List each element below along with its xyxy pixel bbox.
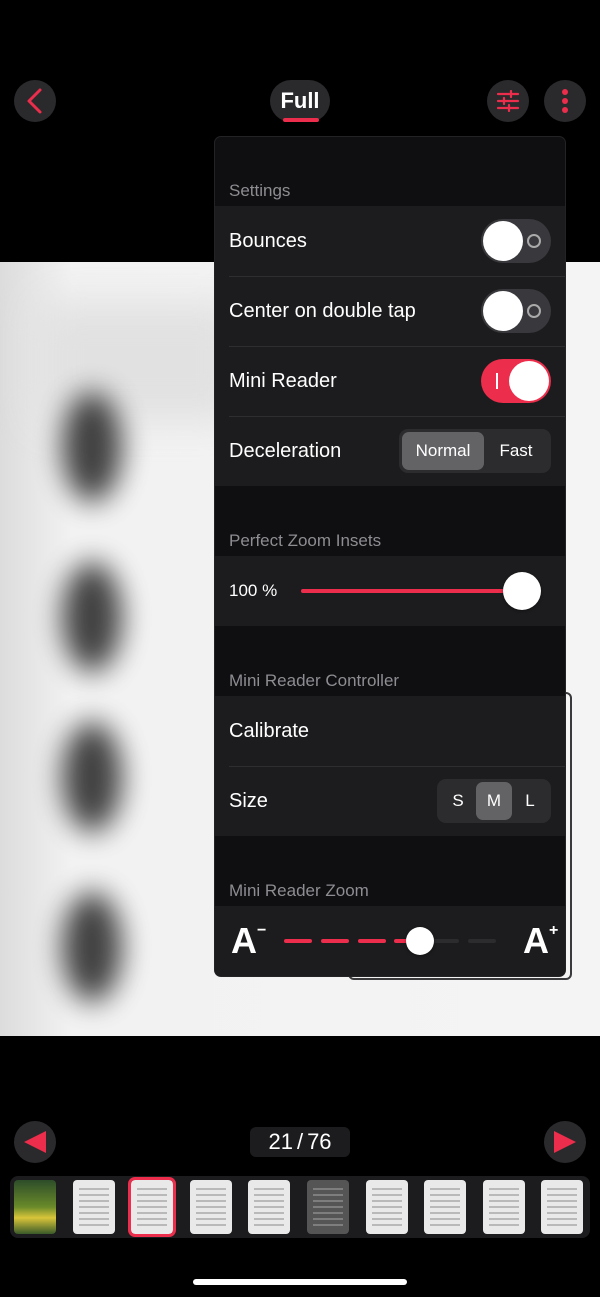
next-page-button[interactable] <box>544 1121 586 1163</box>
zoom-step-mark <box>468 939 496 943</box>
page-thumbnail[interactable] <box>128 1177 177 1237</box>
perfect-zoom-slider-thumb[interactable] <box>503 572 541 610</box>
deceleration-label: Deceleration <box>229 439 342 462</box>
thumbnail-content <box>488 1188 519 1226</box>
size-label: Size <box>229 789 268 812</box>
thumbnail-content <box>313 1188 343 1226</box>
page-counter: 21 / 76 <box>250 1127 350 1157</box>
thumbnail-content <box>78 1188 109 1226</box>
bounces-label: Bounces <box>229 229 307 252</box>
page-thumbnail[interactable] <box>248 1180 291 1234</box>
toggle-off-indicator <box>527 304 541 318</box>
deceleration-option-fast[interactable]: Fast <box>484 432 548 470</box>
perfect-zoom-group: 100 % <box>215 556 565 626</box>
sliders-icon <box>496 90 520 112</box>
toggle-knob <box>483 221 523 261</box>
total-pages: 76 <box>307 1129 332 1154</box>
toggle-knob <box>509 361 549 401</box>
thumbnail-content <box>430 1188 461 1226</box>
page-figure <box>62 392 122 502</box>
page-thumbnail[interactable] <box>482 1180 525 1234</box>
page-figure <box>62 892 122 1002</box>
mini-reader-controller-section-title: Mini Reader Controller <box>229 671 400 690</box>
toggle-on-indicator <box>496 373 498 389</box>
zoom-step-mark <box>284 939 312 943</box>
mini-reader-label: Mini Reader <box>229 369 337 392</box>
thumbnail-content <box>137 1188 168 1226</box>
toggle-off-indicator <box>527 234 541 248</box>
deceleration-segmented-control: Normal Fast <box>399 429 551 473</box>
reading-mode-label: Full <box>280 88 320 113</box>
page-figure <box>62 562 122 672</box>
page-thumbnail[interactable] <box>424 1180 467 1234</box>
bounces-toggle[interactable] <box>481 219 551 263</box>
more-button[interactable] <box>544 80 586 122</box>
toggle-knob <box>483 291 523 331</box>
perfect-zoom-section-title: Perfect Zoom Insets <box>229 531 382 550</box>
thumbnail-content <box>254 1188 285 1226</box>
page-blur-area <box>40 302 240 422</box>
mini-reader-zoom-slider-thumb[interactable] <box>405 927 434 955</box>
zoom-step-mark <box>320 939 349 943</box>
chevron-left-icon <box>27 88 42 114</box>
zoom-increase-button[interactable]: A + <box>523 920 558 962</box>
mode-indicator <box>283 118 319 122</box>
settings-group: Bounces Center on double tap Mini Reader… <box>215 206 565 486</box>
page-thumbnail[interactable] <box>541 1180 584 1234</box>
perfect-zoom-slider-fill <box>301 589 533 593</box>
zoom-decrease-button[interactable]: A − <box>231 920 266 962</box>
page-separator: / <box>296 1129 304 1154</box>
mini-reader-toggle[interactable] <box>481 359 551 403</box>
settings-button[interactable] <box>487 80 529 122</box>
zoom-step-mark <box>431 939 460 943</box>
thumbnail-content <box>547 1188 578 1226</box>
center-double-tap-toggle[interactable] <box>481 289 551 333</box>
center-double-tap-row: Center on double tap <box>215 276 565 346</box>
size-segmented-control: S M L <box>437 779 551 823</box>
page-figure <box>62 722 122 832</box>
bounces-row: Bounces <box>215 206 565 276</box>
perfect-zoom-row: 100 % <box>215 556 565 626</box>
current-page: 21 <box>268 1129 293 1154</box>
zoom-increase-letter: A <box>523 920 549 961</box>
zoom-step-mark <box>357 939 386 943</box>
size-option-m[interactable]: M <box>476 782 512 820</box>
mini-reader-zoom-group: A − A + <box>215 906 565 976</box>
page-thumbnail[interactable] <box>307 1180 349 1234</box>
plus-icon: + <box>549 922 559 939</box>
thumbnail-content <box>371 1188 402 1226</box>
zoom-decrease-letter: A <box>231 920 257 961</box>
deceleration-row: Deceleration Normal Fast <box>215 416 565 486</box>
perfect-zoom-value: 100 % <box>229 581 278 600</box>
thumbnail-strip[interactable] <box>10 1176 590 1238</box>
page-thumbnail[interactable] <box>14 1180 56 1234</box>
triangle-right-icon <box>554 1131 576 1153</box>
size-row: Size S M L <box>215 766 565 836</box>
thumbnail-content <box>195 1188 226 1226</box>
perfect-zoom-slider[interactable] <box>301 572 541 610</box>
back-button[interactable] <box>14 80 56 122</box>
calibrate-row[interactable]: Calibrate <box>215 696 565 766</box>
size-option-l[interactable]: L <box>512 782 548 820</box>
deceleration-option-normal[interactable]: Normal <box>402 432 484 470</box>
page-thumbnail[interactable] <box>72 1180 115 1234</box>
mini-reader-controller-group: Calibrate Size S M L <box>215 696 565 836</box>
home-indicator[interactable] <box>193 1279 407 1285</box>
page-thumbnail[interactable] <box>365 1180 408 1234</box>
size-option-s[interactable]: S <box>440 782 476 820</box>
triangle-left-icon <box>24 1131 46 1153</box>
vertical-ellipsis-icon <box>562 89 568 113</box>
mini-reader-zoom-row: A − A + <box>215 906 565 976</box>
mini-reader-zoom-slider[interactable] <box>284 927 496 955</box>
mini-reader-row: Mini Reader <box>215 346 565 416</box>
reading-mode-button[interactable]: Full <box>270 80 330 122</box>
calibrate-label: Calibrate <box>229 719 310 742</box>
center-double-tap-label: Center on double tap <box>229 299 416 322</box>
previous-page-button[interactable] <box>14 1121 56 1163</box>
settings-popover: Settings Bounces Center on double tap Mi… <box>215 137 565 976</box>
settings-section-title: Settings <box>229 181 291 200</box>
page-thumbnail[interactable] <box>189 1180 232 1234</box>
minus-icon: − <box>257 922 267 939</box>
mini-reader-zoom-section-title: Mini Reader Zoom <box>229 881 369 900</box>
